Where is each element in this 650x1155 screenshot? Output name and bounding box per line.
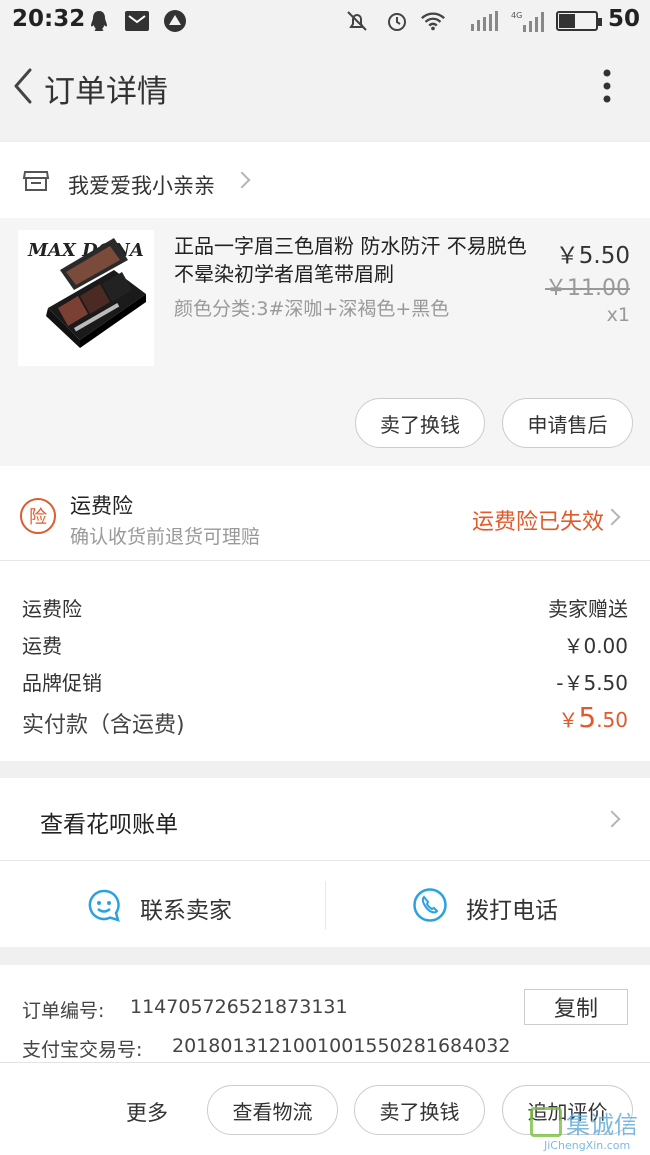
total-label: 实付款（含运费): [22, 713, 185, 738]
bottom-action-bar: 更多 查看物流 卖了换钱 追加评价 集诚信 JiChengXin.com: [0, 1062, 650, 1155]
browser-icon: [162, 8, 188, 34]
product-image[interactable]: MAX DONA: [18, 230, 154, 366]
shipping-insurance-row[interactable]: 险 运费险 确认收货前退货可理赔 运费险已失效: [0, 466, 650, 560]
watermark-logo: 集诚信 JiChengXin.com: [530, 1105, 648, 1155]
insurance-status: 运费险已失效: [471, 510, 604, 535]
product-title[interactable]: 正品一字眉三色眉粉 防水防汗 不易脱色不晕染初学者眉笔带眉刷: [174, 232, 534, 288]
svg-text:4G: 4G: [511, 11, 522, 20]
summary-label-shipping: 运费: [22, 634, 62, 658]
call-phone-button[interactable]: 拨打电话: [326, 861, 650, 947]
call-phone-label: 拨打电话: [466, 898, 558, 924]
product-quantity: x1: [606, 304, 630, 326]
summary-label-promo: 品牌促销: [22, 671, 102, 695]
notification-icon: [124, 8, 150, 34]
watermark-url: JiChengXin.com: [544, 1139, 631, 1152]
watermark-brand: 集诚信: [566, 1111, 638, 1139]
contact-seller-button[interactable]: 联系卖家: [0, 861, 325, 947]
summary-label-insurance: 运费险: [22, 597, 82, 621]
qq-icon: [86, 8, 112, 34]
total-integer: 5: [578, 701, 597, 734]
alarm-icon: [384, 8, 410, 34]
insurance-title: 运费险: [70, 494, 133, 518]
shop-row[interactable]: 我爱爱我小亲亲: [0, 142, 650, 218]
back-button[interactable]: [8, 64, 38, 108]
more-vertical-icon: [603, 69, 611, 103]
total-decimal: .50: [596, 708, 628, 732]
summary-value-promo: -￥5.50: [556, 671, 628, 695]
shop-icon: [22, 166, 50, 198]
more-button[interactable]: 更多: [126, 1097, 168, 1127]
sell-for-cash-bottom-button[interactable]: 卖了换钱: [354, 1085, 485, 1135]
order-number: 114705726521873131: [130, 996, 348, 1018]
signal-4g-icon: 4G: [510, 8, 550, 34]
back-arrow-icon: [14, 68, 32, 104]
summary-value-insurance: 卖家赠送: [548, 597, 628, 621]
order-info: 订单编号: 114705726521873131 复制 支付宝交易号: 2018…: [0, 965, 650, 1062]
contact-seller-label: 联系卖家: [140, 898, 232, 924]
insurance-badge-icon: 险: [20, 498, 56, 534]
chevron-right-icon: [603, 508, 621, 526]
product-variant: 颜色分类:3#深咖+深褐色+黑色: [174, 298, 450, 320]
wifi-icon: [420, 8, 446, 34]
phone-icon: [412, 887, 448, 927]
chat-icon: [86, 887, 122, 927]
page-title: 订单详情: [44, 74, 168, 110]
status-time: 20:32: [12, 6, 86, 32]
total-currency: ￥: [558, 708, 579, 732]
mute-icon: [344, 8, 370, 34]
shop-name: 我爱爱我小亲亲: [68, 174, 215, 198]
request-after-sales-button[interactable]: 申请售后: [502, 398, 633, 448]
view-logistics-button[interactable]: 查看物流: [207, 1085, 338, 1135]
battery-icon: [556, 11, 602, 31]
sell-for-cash-button[interactable]: 卖了换钱: [355, 398, 485, 448]
total-amount: ￥5.50: [558, 701, 628, 734]
product-price: ￥5.50: [555, 243, 630, 269]
signal-icon: [468, 8, 502, 34]
more-menu-button[interactable]: [590, 64, 624, 108]
order-number-label: 订单编号:: [22, 1000, 105, 1022]
contact-row: 联系卖家 拨打电话: [0, 861, 650, 947]
status-bar: 20:32 4G 50: [0, 0, 650, 42]
copy-button[interactable]: 复制: [524, 989, 628, 1025]
insurance-subtitle: 确认收货前退货可理赔: [70, 526, 261, 548]
huabei-bill-row[interactable]: 查看花呗账单: [0, 778, 650, 860]
alipay-trade-label: 支付宝交易号:: [22, 1039, 143, 1061]
chevron-right-icon: [603, 810, 621, 828]
chevron-right-icon: [233, 171, 251, 189]
alipay-trade-number: 2018013121001001550281684032: [172, 1035, 511, 1057]
huabei-label: 查看花呗账单: [40, 812, 178, 838]
battery-percent: 50: [608, 6, 641, 32]
price-summary: 运费险 卖家赠送 运费 ￥0.00 品牌促销 -￥5.50 实付款（含运费) ￥…: [0, 561, 650, 761]
product-original-price: ￥11.00: [545, 276, 630, 301]
summary-value-shipping: ￥0.00: [563, 634, 628, 658]
product-section: MAX DONA 正品一字眉三色眉粉 防水防汗 不易脱色不晕染初学者眉笔带眉刷 …: [0, 218, 650, 466]
watermark-mark-icon: [530, 1107, 562, 1137]
app-header: 订单详情: [0, 42, 650, 140]
